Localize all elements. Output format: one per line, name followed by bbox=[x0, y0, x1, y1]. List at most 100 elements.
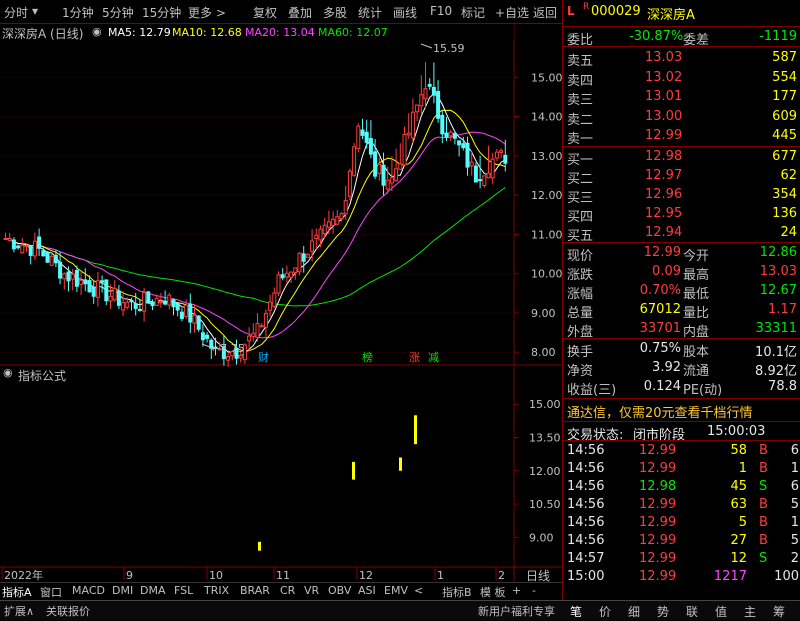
indicator-tab-scroll-left[interactable]: < bbox=[414, 584, 423, 597]
order-volume: 177 bbox=[772, 89, 797, 104]
candle-body bbox=[108, 295, 113, 302]
indicator-tab-indicator-a[interactable]: 指标A bbox=[2, 584, 32, 600]
order-level-label: 卖二 bbox=[567, 112, 594, 128]
indicator-tab-fsl[interactable]: FSL bbox=[174, 584, 193, 597]
event-marker-list[interactable]: 榜 bbox=[362, 349, 373, 365]
candle-body bbox=[503, 154, 508, 164]
buy-level-row: 买二 12.97 62 bbox=[563, 167, 800, 187]
quote-tab-detail[interactable]: 细 bbox=[628, 603, 640, 620]
event-marker-reduce[interactable]: 减 bbox=[428, 349, 439, 365]
indicator-tab-obv[interactable]: OBV bbox=[328, 584, 351, 597]
related-quote-button[interactable]: 关联报价 bbox=[46, 603, 90, 619]
stat-label: 涨幅 bbox=[567, 287, 594, 302]
fundamental-row: 换手 0.75% 股本 10.1亿 bbox=[563, 340, 800, 360]
indicator-tab-dmi[interactable]: DMI bbox=[112, 584, 133, 597]
indicator-toggle-icon[interactable]: ◉ bbox=[3, 366, 13, 379]
chart-area[interactable]: 15.00 14.00 13.00 12.00 11.00 10.00 9.00 8.00 1… bbox=[0, 24, 563, 610]
indicator-tab-vr[interactable]: VR bbox=[304, 584, 319, 597]
tick-row: 14:56 12.98 45 S 6 bbox=[563, 478, 800, 496]
fundamental-value: 8.92亿 bbox=[755, 364, 797, 379]
quote-tab-chips[interactable]: 筹 bbox=[773, 603, 785, 620]
tick-row: 14:56 12.99 5 B 1 bbox=[563, 514, 800, 532]
multi-stock-button[interactable]: 多股 bbox=[323, 4, 347, 21]
indicator-tab-asi[interactable]: ASI bbox=[358, 584, 376, 597]
indicator-bar bbox=[414, 415, 417, 445]
high-price-label: 15.59 bbox=[433, 42, 465, 55]
indicator-tab-brar[interactable]: BRAR bbox=[240, 584, 270, 597]
add-watchlist-button[interactable]: +自选 bbox=[495, 4, 529, 21]
period-tab-5min[interactable]: 5分钟 bbox=[102, 4, 134, 21]
event-marker-financial[interactable]: 财 bbox=[258, 349, 269, 365]
indicator-tab-add[interactable]: + bbox=[512, 584, 521, 597]
ma20-label: MA20: 13.04 bbox=[245, 26, 315, 39]
indicator-title[interactable]: 指标公式 bbox=[18, 367, 66, 384]
tick-side: B bbox=[759, 497, 768, 512]
trade-status-row: 交易状态: 闭市阶段 15:00:03 bbox=[563, 423, 800, 443]
expand-button[interactable]: 扩展∧ bbox=[4, 603, 34, 619]
indicator-tab-window[interactable]: 窗口 bbox=[40, 584, 62, 600]
candle-body bbox=[28, 245, 33, 256]
period-tab-intraday[interactable]: 分时 bbox=[4, 4, 28, 21]
adjust-button[interactable]: 复权 bbox=[253, 4, 277, 21]
y-tick-label: 10.00 bbox=[531, 268, 562, 281]
tick-side: B bbox=[759, 443, 768, 458]
buy-level-row: 买一 12.98 677 bbox=[563, 148, 800, 168]
quote-tab-price[interactable]: 价 bbox=[599, 603, 611, 620]
promo-row[interactable]: 通达信，仅需20元查看千档行情 bbox=[563, 401, 800, 421]
candle-body bbox=[419, 94, 424, 107]
weibi-row: 委比 -30.87% 委差 -1119 bbox=[563, 28, 800, 48]
quote-tab-trades[interactable]: 笔 bbox=[570, 603, 582, 620]
indicator-tab-remove[interactable]: - bbox=[532, 584, 536, 597]
period-tab-15min[interactable]: 15分钟 bbox=[142, 4, 181, 21]
promo-text[interactable]: 通达信，仅需20元查看千档行情 bbox=[567, 402, 753, 421]
candle-body bbox=[129, 300, 134, 303]
x-tick-label: 2 bbox=[498, 569, 505, 582]
fundamental-label: PE(动) bbox=[683, 383, 723, 398]
indicator-tab-trix[interactable]: TRIX bbox=[204, 584, 229, 597]
indicator-tab-dma[interactable]: DMA bbox=[140, 584, 166, 597]
indicator-tab-emv[interactable]: EMV bbox=[384, 584, 408, 597]
new-user-promo-link[interactable]: 新用户福利专享 bbox=[478, 603, 555, 619]
candle-body bbox=[79, 279, 84, 285]
indicator-tab-cr[interactable]: CR bbox=[280, 584, 295, 597]
order-price: 13.00 bbox=[645, 108, 683, 124]
order-price: 12.98 bbox=[645, 149, 683, 164]
overlay-button[interactable]: 叠加 bbox=[288, 4, 312, 21]
candle-body bbox=[301, 253, 306, 262]
candle-body bbox=[415, 104, 420, 113]
tick-volume: 1217 bbox=[713, 569, 747, 584]
tick-price: 12.99 bbox=[639, 551, 677, 566]
stats-button[interactable]: 统计 bbox=[358, 4, 382, 21]
quote-tab-main[interactable]: 主 bbox=[744, 603, 756, 620]
tick-row: 14:57 12.99 12 S 2 bbox=[563, 550, 800, 568]
order-volume: 677 bbox=[772, 149, 797, 164]
tick-time: 14:56 bbox=[567, 497, 605, 512]
indicator-tab-template[interactable]: 模 板 bbox=[480, 584, 506, 600]
candle-body bbox=[368, 138, 373, 155]
mark-button[interactable]: 标记 bbox=[461, 4, 485, 21]
kline-chart-svg[interactable]: 15.00 14.00 13.00 12.00 11.00 10.00 9.00 8.00 1… bbox=[0, 24, 563, 610]
sell-level-row: 卖一 12.99 445 bbox=[563, 127, 800, 147]
indicator-tab-indicator-b[interactable]: 指标B bbox=[442, 584, 472, 600]
chart-tool-button[interactable]: ▾ bbox=[32, 4, 38, 18]
stat-value: 33311 bbox=[755, 321, 797, 336]
quote-tab-linked[interactable]: 联 bbox=[686, 603, 698, 620]
candle-body bbox=[440, 114, 445, 135]
quote-tab-value[interactable]: 值 bbox=[715, 603, 727, 620]
quote-tab-trend[interactable]: 势 bbox=[657, 603, 669, 620]
f10-button[interactable]: F10 bbox=[430, 4, 452, 18]
candle-body bbox=[7, 238, 12, 242]
indicator-tab-macd[interactable]: MACD bbox=[72, 584, 105, 597]
period-tab-more[interactable]: 更多 > bbox=[188, 4, 226, 21]
order-volume: 445 bbox=[772, 128, 797, 143]
candle-body bbox=[377, 164, 382, 174]
order-level-label: 卖三 bbox=[567, 93, 594, 108]
weicha-value: -1119 bbox=[759, 29, 797, 44]
candle-body bbox=[436, 90, 441, 119]
period-tab-1min[interactable]: 1分钟 bbox=[62, 4, 94, 21]
draw-line-button[interactable]: 画线 bbox=[393, 4, 417, 21]
back-button[interactable]: 返回 bbox=[533, 4, 557, 21]
ma-toggle-icon[interactable]: ◉ bbox=[92, 25, 102, 38]
tick-volume: 63 bbox=[730, 497, 747, 512]
event-marker-limit-up[interactable]: 涨 bbox=[409, 349, 420, 365]
